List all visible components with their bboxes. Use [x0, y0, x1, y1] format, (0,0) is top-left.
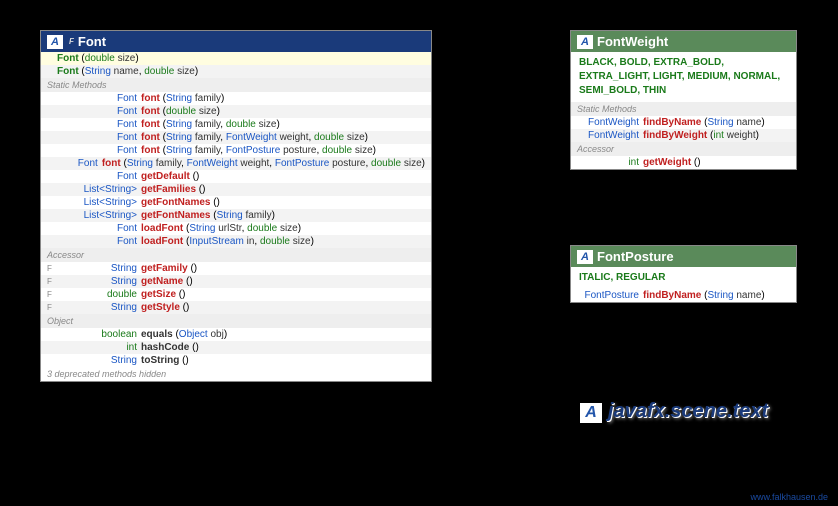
enum-icon: A: [577, 35, 593, 49]
class-icon: A: [47, 35, 63, 49]
fontposture-class-panel: A FontPosture ITALIC, REGULAR FontPostur…: [570, 245, 797, 303]
method-row[interactable]: FontgetDefault (): [41, 170, 431, 183]
method-row[interactable]: StringtoString (): [41, 354, 431, 367]
method-row[interactable]: Fontfont (String family, FontWeight weig…: [41, 131, 431, 144]
fontweight-static-methods: FontWeightfindByName (String name)FontWe…: [571, 116, 796, 142]
credit-link[interactable]: www.falkhausen.de: [750, 492, 828, 502]
fontposture-static-methods: FontPosturefindByName (String name): [571, 289, 796, 302]
package-icon: A: [580, 403, 602, 423]
constructor-row[interactable]: Font (String name, double size): [41, 65, 431, 78]
fontweight-header: A FontWeight: [571, 31, 796, 52]
font-static-methods: Fontfont (String family)Fontfont (double…: [41, 92, 431, 248]
method-row[interactable]: Fontfont (String family, FontWeight weig…: [41, 157, 431, 170]
method-row[interactable]: FStringgetFamily (): [41, 262, 431, 275]
fontposture-body: FontPosturefindByName (String name): [571, 289, 796, 302]
method-row[interactable]: FontWeightfindByName (String name): [571, 116, 796, 129]
font-accessors: FStringgetFamily ()FStringgetName ()Fdou…: [41, 262, 431, 314]
fontweight-body: Static Methods FontWeightfindByName (Str…: [571, 102, 796, 169]
fontweight-title: FontWeight: [597, 34, 668, 49]
package-title: Ajavafx.scene.text: [580, 400, 768, 423]
method-row[interactable]: FontWeightfindByWeight (int weight): [571, 129, 796, 142]
method-row[interactable]: List<String>getFontNames (String family): [41, 209, 431, 222]
method-row[interactable]: intgetWeight (): [571, 156, 796, 169]
fontposture-constants: ITALIC, REGULAR: [571, 267, 796, 289]
font-body: Font (double size)Font (String name, dou…: [41, 52, 431, 381]
font-title: Font: [78, 34, 106, 49]
font-class-panel: A F Font Font (double size)Font (String …: [40, 30, 432, 382]
method-row[interactable]: booleanequals (Object obj): [41, 328, 431, 341]
fontweight-accessors: intgetWeight (): [571, 156, 796, 169]
font-header: A F Font: [41, 31, 431, 52]
section-accessor: Accessor: [41, 248, 431, 262]
constructor-row[interactable]: Font (double size): [41, 52, 431, 65]
section-object: Object: [41, 314, 431, 328]
method-row[interactable]: FontloadFont (InputStream in, double siz…: [41, 235, 431, 248]
method-row[interactable]: List<String>getFontNames (): [41, 196, 431, 209]
deprecated-note: 3 deprecated methods hidden: [41, 367, 431, 381]
section-accessor: Accessor: [571, 142, 796, 156]
fontweight-constants: BLACK, BOLD, EXTRA_BOLD, EXTRA_LIGHT, LI…: [571, 52, 796, 102]
enum-icon: A: [577, 250, 593, 264]
method-row[interactable]: FontloadFont (String urlStr, double size…: [41, 222, 431, 235]
method-row[interactable]: Fontfont (String family, double size): [41, 118, 431, 131]
font-object-methods: booleanequals (Object obj)inthashCode ()…: [41, 328, 431, 367]
method-row[interactable]: FdoublegetSize (): [41, 288, 431, 301]
method-row[interactable]: List<String>getFamilies (): [41, 183, 431, 196]
method-row[interactable]: Fontfont (String family, FontPosture pos…: [41, 144, 431, 157]
method-row[interactable]: FStringgetStyle (): [41, 301, 431, 314]
final-marker: F: [69, 37, 74, 46]
method-row[interactable]: Fontfont (String family): [41, 92, 431, 105]
method-row[interactable]: FStringgetName (): [41, 275, 431, 288]
section-static: Static Methods: [41, 78, 431, 92]
section-static: Static Methods: [571, 102, 796, 116]
method-row[interactable]: inthashCode (): [41, 341, 431, 354]
fontposture-header: A FontPosture: [571, 246, 796, 267]
font-constructors: Font (double size)Font (String name, dou…: [41, 52, 431, 78]
method-row[interactable]: Fontfont (double size): [41, 105, 431, 118]
fontweight-class-panel: A FontWeight BLACK, BOLD, EXTRA_BOLD, EX…: [570, 30, 797, 170]
method-row[interactable]: FontPosturefindByName (String name): [571, 289, 796, 302]
fontposture-title: FontPosture: [597, 249, 674, 264]
